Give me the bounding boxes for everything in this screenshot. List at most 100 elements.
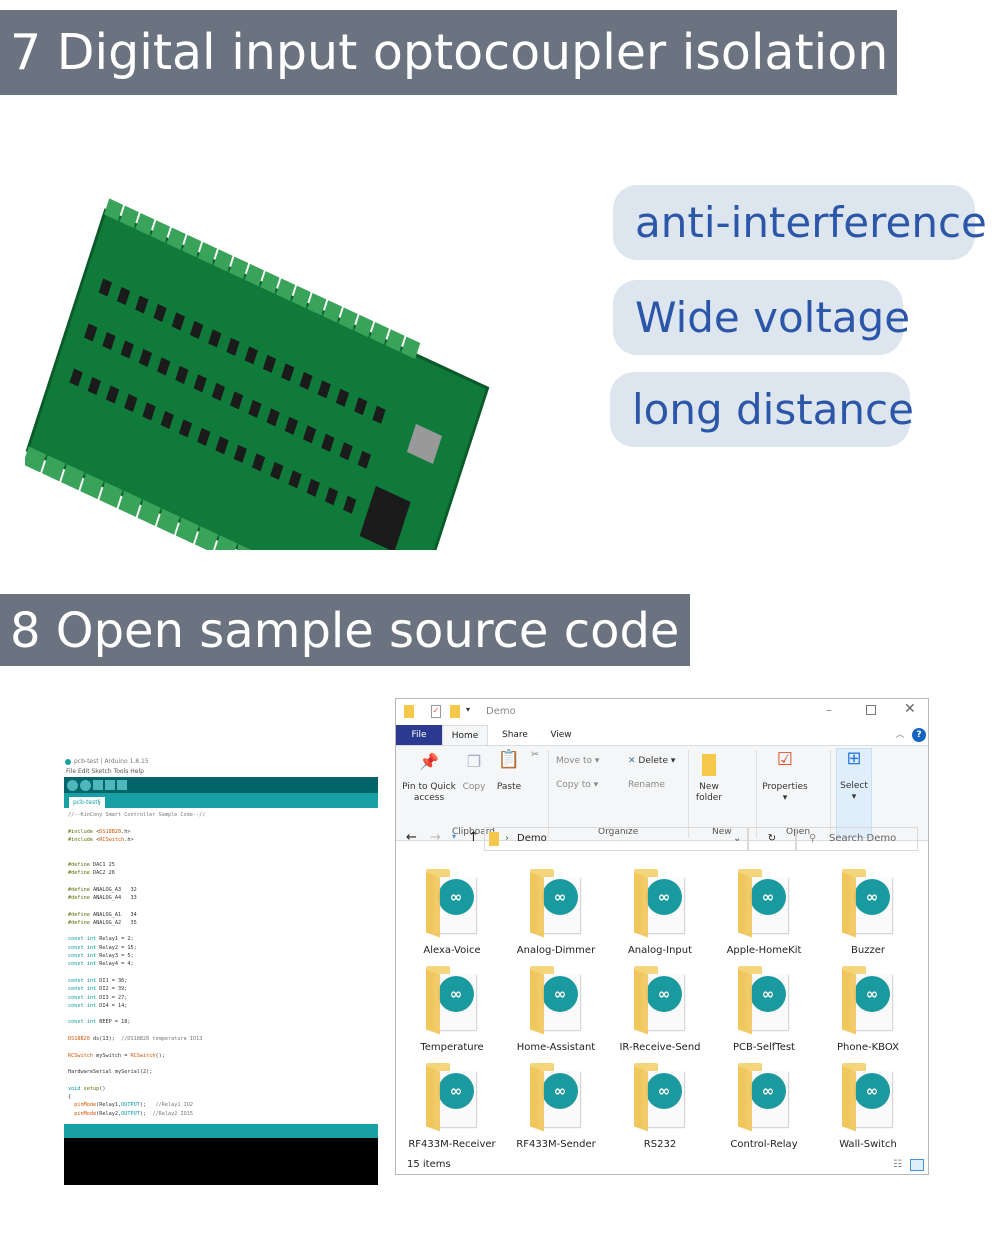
properties-icon[interactable]: ✓	[431, 705, 441, 718]
forward-button[interactable]: →	[430, 830, 441, 845]
open-icon[interactable]	[105, 780, 115, 790]
verify-icon[interactable]	[67, 779, 78, 791]
folder-item[interactable]: ∞ Control-Relay	[712, 1061, 816, 1150]
new-icon[interactable]	[93, 780, 103, 790]
section-8-banner: 8 Open sample source code	[0, 594, 690, 666]
upload-icon[interactable]	[80, 779, 91, 791]
folder-icon	[489, 832, 499, 846]
pin-to-quick-access-button[interactable]: 📌 Pin to Quick access	[400, 754, 458, 804]
customize-icon[interactable]: ▾	[466, 705, 470, 714]
recent-locations-icon[interactable]: ▾	[452, 832, 456, 841]
code-token: #define	[68, 886, 93, 893]
code-token: //DS18B20 temperature IO13	[121, 1036, 203, 1043]
refresh-button[interactable]: ↻	[748, 827, 796, 851]
tab-home[interactable]: Home	[442, 725, 488, 745]
code-token: const int	[68, 977, 100, 984]
delete-button[interactable]: ✕ Delete ▾	[628, 756, 675, 767]
section-7-banner: 7 Digital input optocoupler isolation	[0, 10, 897, 95]
minimize-button[interactable]: –	[826, 703, 832, 717]
rename-button[interactable]: Rename	[628, 780, 665, 791]
code-token: (Relay2,	[96, 1110, 122, 1117]
code-token: OUTPUT	[121, 1110, 140, 1117]
folder-item[interactable]: ∞ Wall-Switch	[816, 1061, 920, 1150]
arduino-logo-icon	[65, 759, 71, 765]
menu-bar[interactable]: File Edit Sketch Tools Help	[64, 767, 378, 777]
move-to-label: Move to	[556, 756, 593, 766]
code-token: DAC1 25	[93, 861, 115, 868]
folder-item[interactable]: ∞ Analog-Input	[608, 867, 712, 956]
chevron-down-icon[interactable]: ⌄	[733, 828, 741, 850]
folder-item[interactable]: ∞ IR-Receive-Send	[608, 964, 712, 1053]
code-token: {	[68, 1094, 72, 1101]
folder-item[interactable]: ∞ PCB-SelfTest	[712, 964, 816, 1053]
code-token: //--KinCony Smart Controller Sample Code…	[68, 812, 206, 818]
paste-icon: 📋	[497, 749, 521, 770]
folder-name: RF433M-Sender	[516, 1139, 596, 1150]
move-to-button[interactable]: Move to ▾	[556, 756, 599, 767]
copy-to-button[interactable]: Copy to ▾	[556, 780, 598, 791]
collapse-ribbon-icon[interactable]: ︿	[894, 725, 906, 745]
code-token: const int	[68, 994, 100, 1001]
details-view-icon[interactable]: ☷	[893, 1159, 902, 1170]
folder-item[interactable]: ∞ RF433M-Sender	[504, 1061, 608, 1150]
folder-item[interactable]: ∞ Buzzer	[816, 867, 920, 956]
arduino-folder-icon: ∞	[526, 964, 586, 1035]
copy-icon: ❐	[466, 752, 482, 771]
folder-item[interactable]: ∞ Phone-KBOX	[816, 964, 920, 1053]
copy-label: Copy	[462, 782, 486, 792]
code-token: (Relay1,	[96, 1102, 122, 1109]
code-token: const int	[68, 986, 100, 993]
code-token: );	[139, 1102, 156, 1109]
tab-share[interactable]: Share	[492, 725, 538, 745]
folder-name: Apple-HomeKit	[726, 945, 802, 956]
folder-item[interactable]: ∞ Temperature	[400, 964, 504, 1053]
arduino-folder-icon: ∞	[630, 964, 690, 1035]
code-token: //Relay2 IO15	[152, 1110, 193, 1117]
folder-item[interactable]: ∞ Analog-Dimmer	[504, 867, 608, 956]
code-line: //--KinCony Smart Controller Sample Code…	[68, 811, 374, 819]
select-button[interactable]: ⊞ Select ▾	[836, 748, 872, 838]
search-input[interactable]: ⚲ Search Demo	[796, 827, 918, 851]
properties-button[interactable]: ☑ Properties ▾	[760, 751, 810, 804]
sketch-tab[interactable]: pcb-test§	[69, 797, 105, 808]
folder-name: Phone-KBOX	[837, 1042, 899, 1053]
rename-label: Rename	[628, 780, 665, 790]
help-icon[interactable]: ?	[912, 728, 926, 742]
code-token: #include	[68, 828, 97, 835]
folder-item[interactable]: ∞ RS232	[608, 1061, 712, 1150]
cut-icon[interactable]: ✂	[528, 750, 542, 761]
folder-item[interactable]: ∞ Home-Assistant	[504, 964, 608, 1053]
up-button[interactable]: ↑	[468, 830, 479, 845]
save-icon[interactable]	[117, 780, 127, 790]
code-token: ANALOG_A1 34	[93, 911, 137, 918]
code-line: pinMode(Relay1,OUTPUT); //Relay1 IO2	[68, 1101, 374, 1109]
code-token: const int	[68, 1019, 100, 1026]
new-folder-button[interactable]: New folder	[692, 754, 726, 804]
back-button[interactable]: ←	[406, 830, 417, 845]
code-editor[interactable]: //--KinCony Smart Controller Sample Code…	[64, 808, 378, 1124]
large-icons-view-icon[interactable]	[910, 1159, 924, 1171]
code-token: Relay3 = 5;	[99, 953, 134, 960]
folder-name: IR-Receive-Send	[619, 1042, 701, 1053]
folder-item[interactable]: ∞ RF433M-Receiver	[400, 1061, 504, 1150]
copy-button[interactable]: ❐ Copy	[458, 752, 490, 793]
new-folder-icon[interactable]	[450, 705, 460, 718]
code-line: #define ANALOG_A1 34	[68, 911, 374, 919]
close-button[interactable]: ✕	[904, 701, 916, 717]
folder-item[interactable]: ∞ Apple-HomeKit	[712, 867, 816, 956]
folder-item[interactable]: ∞ Alexa-Voice	[400, 867, 504, 956]
paste-button[interactable]: 📋 Paste	[492, 749, 526, 793]
code-token: mySwitch =	[93, 1052, 131, 1059]
code-line: #define DAC1 25	[68, 861, 374, 869]
maximize-button[interactable]	[866, 705, 876, 715]
address-bar[interactable]: › Demo ⌄	[484, 827, 748, 851]
delete-label: Delete	[638, 756, 668, 766]
code-line: DS18B20 ds(13); //DS18B20 temperature IO…	[68, 1035, 374, 1043]
tab-file[interactable]: File	[396, 725, 442, 745]
tab-view[interactable]: View	[538, 725, 584, 745]
folder-name: RS232	[643, 1139, 677, 1150]
